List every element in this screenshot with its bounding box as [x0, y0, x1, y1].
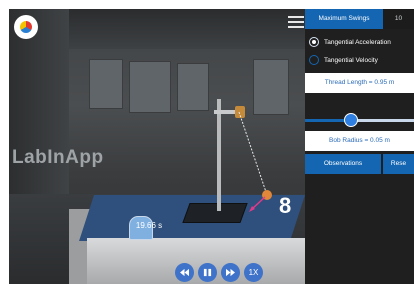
thread-length-slider[interactable] [305, 112, 414, 128]
tab-bar: Maximum Swings 10 [305, 9, 414, 29]
option-tangential-velocity[interactable]: Tangential Velocity [309, 55, 378, 65]
option-label: Tangential Velocity [324, 56, 378, 64]
menu-icon[interactable] [288, 13, 304, 29]
logo-icon [20, 21, 32, 33]
pendulum-svg [238, 111, 272, 212]
playback-controls: 1X [175, 263, 263, 282]
rewind-icon[interactable] [175, 263, 194, 282]
radio-selected-icon[interactable] [309, 37, 319, 47]
app-logo[interactable] [14, 15, 38, 39]
swing-count: 8 [279, 193, 292, 218]
bob-radius-label: Bob Radius = 0.05 m [305, 131, 414, 151]
slider-thumb[interactable] [343, 113, 358, 127]
tab-swing-count[interactable]: 10 [383, 9, 414, 29]
option-tangential-acceleration[interactable]: Tangential Acceleration [309, 37, 391, 47]
action-buttons: Observations Rese [305, 154, 414, 174]
observations-button[interactable]: Observations [305, 154, 381, 174]
reset-button[interactable]: Rese [383, 154, 414, 174]
control-panel: Maximum Swings 10 Tangential Acceleratio… [305, 9, 414, 284]
fast-forward-icon[interactable] [221, 263, 240, 282]
pause-icon[interactable] [198, 263, 217, 282]
option-label: Tangential Acceleration [324, 38, 391, 46]
acceleration-arrow [251, 196, 266, 210]
pendulum-thread [238, 111, 268, 196]
simulation-viewport: LabInApp 19.66 s 8 1X [9, 9, 305, 284]
tab-maximum-swings[interactable]: Maximum Swings [305, 9, 383, 29]
radio-unselected-icon[interactable] [309, 55, 319, 65]
thread-length-label: Thread Length = 0.95 m [305, 73, 414, 93]
speed-button[interactable]: 1X [244, 263, 263, 282]
timer-readout: 19.66 s [135, 221, 163, 230]
